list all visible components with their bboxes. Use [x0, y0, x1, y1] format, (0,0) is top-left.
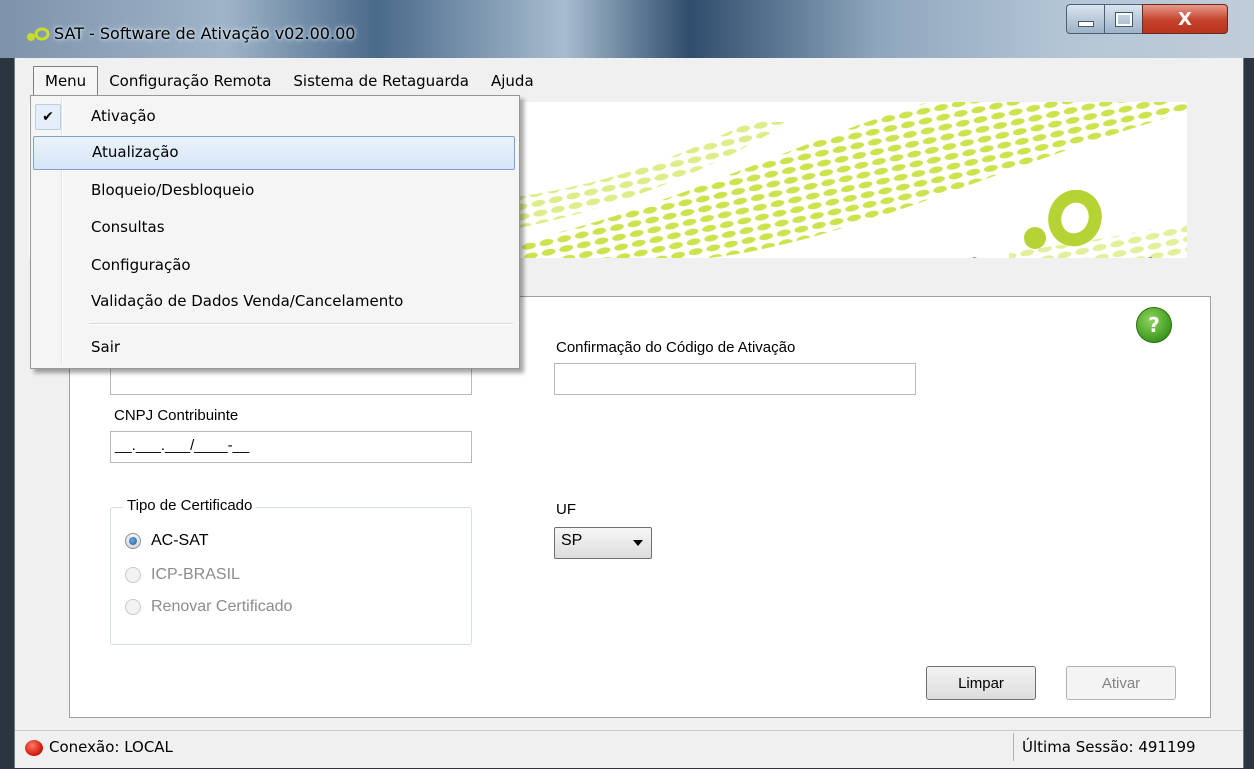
menu-item-label: Bloqueio/Desbloqueio	[91, 181, 255, 199]
menu-dropdown: ✔ Ativação Atualização Bloqueio/Desbloqu…	[30, 95, 520, 369]
cert-option-label: Renovar Certificado	[151, 598, 293, 615]
menu-item-label: Validação de Dados Venda/Cancelamento	[91, 292, 404, 310]
help-icon[interactable]: ?	[1136, 307, 1172, 343]
close-button[interactable]: X	[1142, 4, 1228, 34]
radio-icon	[125, 567, 141, 583]
confirm-code-input[interactable]	[554, 363, 916, 395]
cert-option-renovar[interactable]: Renovar Certificado	[125, 598, 292, 616]
activate-button[interactable]: Ativar	[1066, 666, 1176, 700]
radio-selected-icon	[125, 533, 141, 549]
cnpj-label: CNPJ Contribuinte	[114, 407, 239, 424]
cnpj-mask-text: __.___.___/____-__	[115, 437, 250, 454]
menu-menu[interactable]: Menu	[33, 66, 99, 96]
menu-item-validacao[interactable]: Validação de Dados Venda/Cancelamento	[33, 285, 515, 319]
menu-ajuda[interactable]: Ajuda	[480, 67, 545, 95]
menu-configuracao-remota[interactable]: Configuração Remota	[98, 67, 282, 95]
menu-separator	[89, 323, 513, 325]
window-titlebar[interactable]: SAT - Software de Ativação v02.00.00 X	[0, 0, 1254, 58]
confirm-code-label: Confirmação do Código de Ativação	[556, 339, 796, 356]
window-title: SAT - Software de Ativação v02.00.00	[54, 24, 356, 43]
sat-app-icon	[27, 27, 50, 41]
menu-item-ativacao[interactable]: ✔ Ativação	[33, 100, 515, 134]
cert-option-icp-brasil[interactable]: ICP-BRASIL	[125, 566, 240, 584]
menu-item-label: Sair	[91, 338, 121, 356]
bematech-logo-icon	[1024, 190, 1102, 249]
bematech-logo-text: bematech	[969, 252, 1170, 258]
clear-button[interactable]: Limpar	[926, 666, 1036, 700]
cert-option-label: AC-SAT	[151, 532, 209, 549]
menu-item-sair[interactable]: Sair	[33, 331, 515, 365]
cnpj-input[interactable]: __.___.___/____-__	[110, 431, 472, 463]
certificate-type-title: Tipo de Certificado	[123, 497, 257, 514]
cert-option-ac-sat[interactable]: AC-SAT	[125, 532, 208, 550]
menu-item-label: Ativação	[91, 107, 156, 125]
menu-item-bloqueio[interactable]: Bloqueio/Desbloqueio	[33, 174, 515, 208]
menu-item-label: Atualização	[92, 143, 179, 161]
uf-label: UF	[556, 501, 576, 518]
menu-item-label: Consultas	[91, 218, 165, 236]
uf-select[interactable]: SP	[554, 527, 652, 559]
menu-item-label: Configuração	[91, 256, 191, 274]
menu-item-consultas[interactable]: Consultas	[33, 211, 515, 245]
status-bar: Conexão: LOCAL Última Sessão: 491199	[15, 730, 1243, 763]
radio-icon	[125, 599, 141, 615]
minimize-button[interactable]	[1066, 4, 1106, 34]
menu-bar: Menu Configuração Remota Sistema de Reta…	[15, 66, 1243, 96]
last-session-text: Última Sessão: 491199	[1013, 733, 1196, 761]
connection-status-icon	[25, 740, 43, 756]
cert-option-label: ICP-BRASIL	[151, 566, 240, 583]
menu-item-atualizacao[interactable]: Atualização	[33, 136, 515, 170]
maximize-icon	[1115, 11, 1133, 27]
minimize-icon	[1078, 21, 1094, 27]
connection-status-text: Conexão: LOCAL	[49, 738, 173, 756]
chevron-down-icon	[633, 540, 643, 546]
maximize-button[interactable]	[1104, 4, 1144, 34]
uf-selected-value: SP	[561, 532, 583, 549]
certificate-type-group: Tipo de Certificado AC-SAT ICP-BRASIL Re…	[110, 497, 472, 645]
checkmark-icon: ✔	[35, 104, 61, 130]
close-icon: X	[1178, 8, 1192, 30]
menu-sistema-retaguarda[interactable]: Sistema de Retaguarda	[282, 67, 480, 95]
menu-item-configuracao[interactable]: Configuração	[33, 249, 515, 283]
